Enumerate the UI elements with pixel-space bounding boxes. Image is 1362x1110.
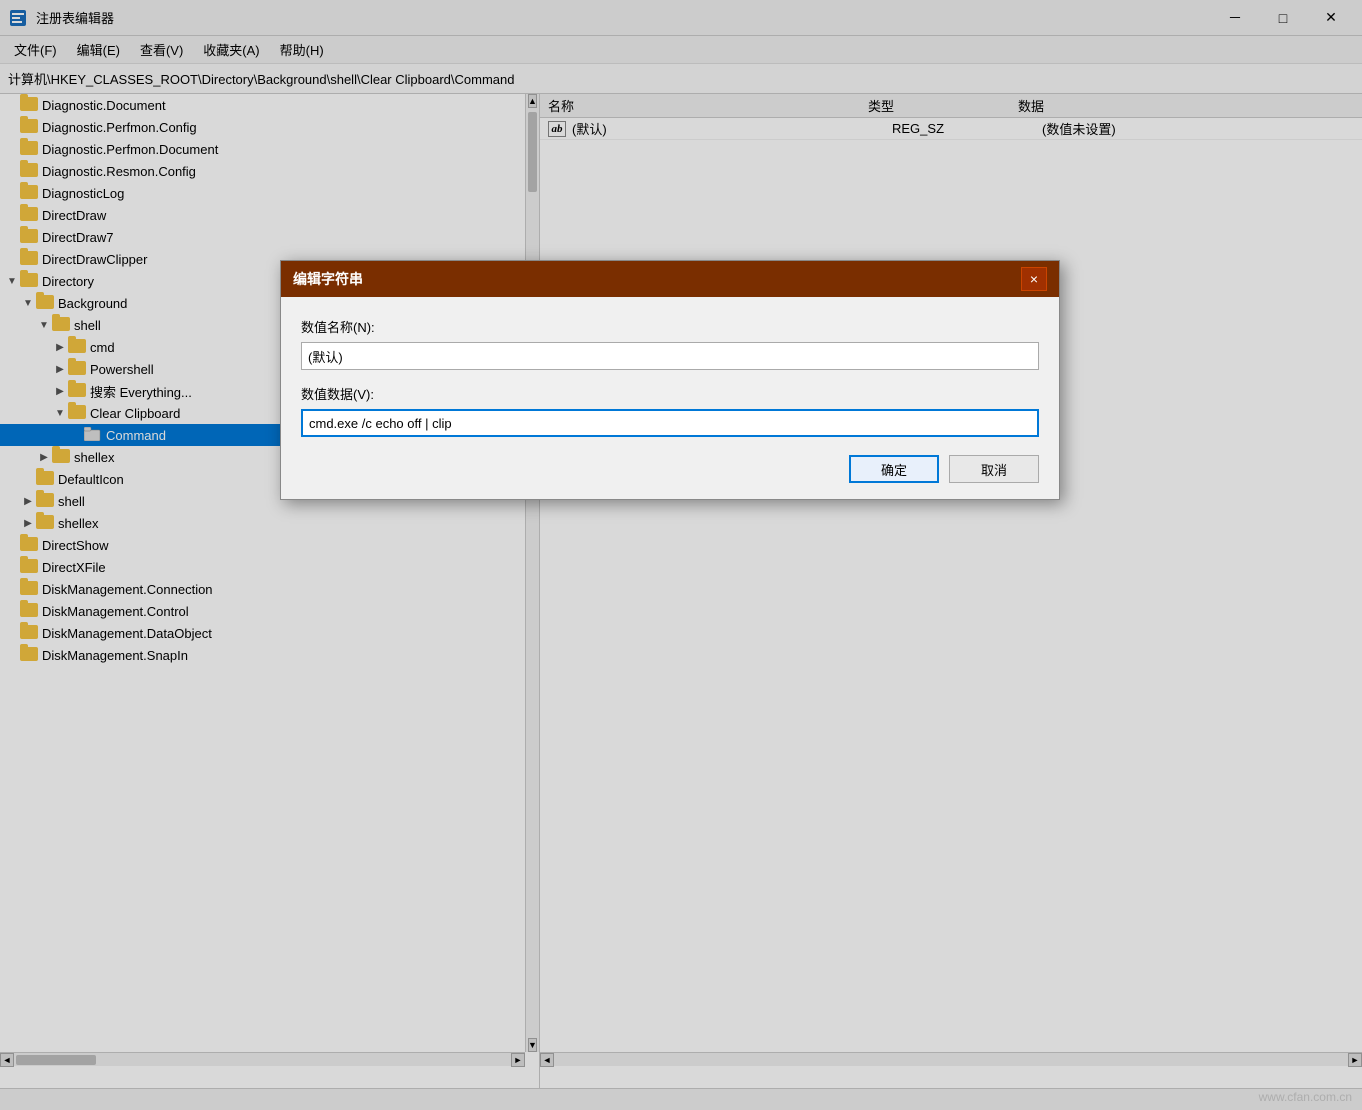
dialog-data-input[interactable] [301, 409, 1039, 437]
dialog-name-input[interactable] [301, 342, 1039, 370]
dialog-buttons: 确定 取消 [301, 455, 1039, 483]
dialog-data-label: 数值数据(V): [301, 384, 1039, 403]
modal-overlay: 编辑字符串 × 数值名称(N): 数值数据(V): 确定 取消 [0, 0, 1362, 1110]
dialog-close-button[interactable]: × [1021, 267, 1047, 291]
dialog-name-label: 数值名称(N): [301, 317, 1039, 336]
edit-string-dialog: 编辑字符串 × 数值名称(N): 数值数据(V): 确定 取消 [280, 260, 1060, 500]
dialog-ok-button[interactable]: 确定 [849, 455, 939, 483]
dialog-body: 数值名称(N): 数值数据(V): 确定 取消 [281, 297, 1059, 499]
dialog-title: 编辑字符串 [293, 269, 363, 289]
dialog-titlebar: 编辑字符串 × [281, 261, 1059, 297]
dialog-cancel-button[interactable]: 取消 [949, 455, 1039, 483]
